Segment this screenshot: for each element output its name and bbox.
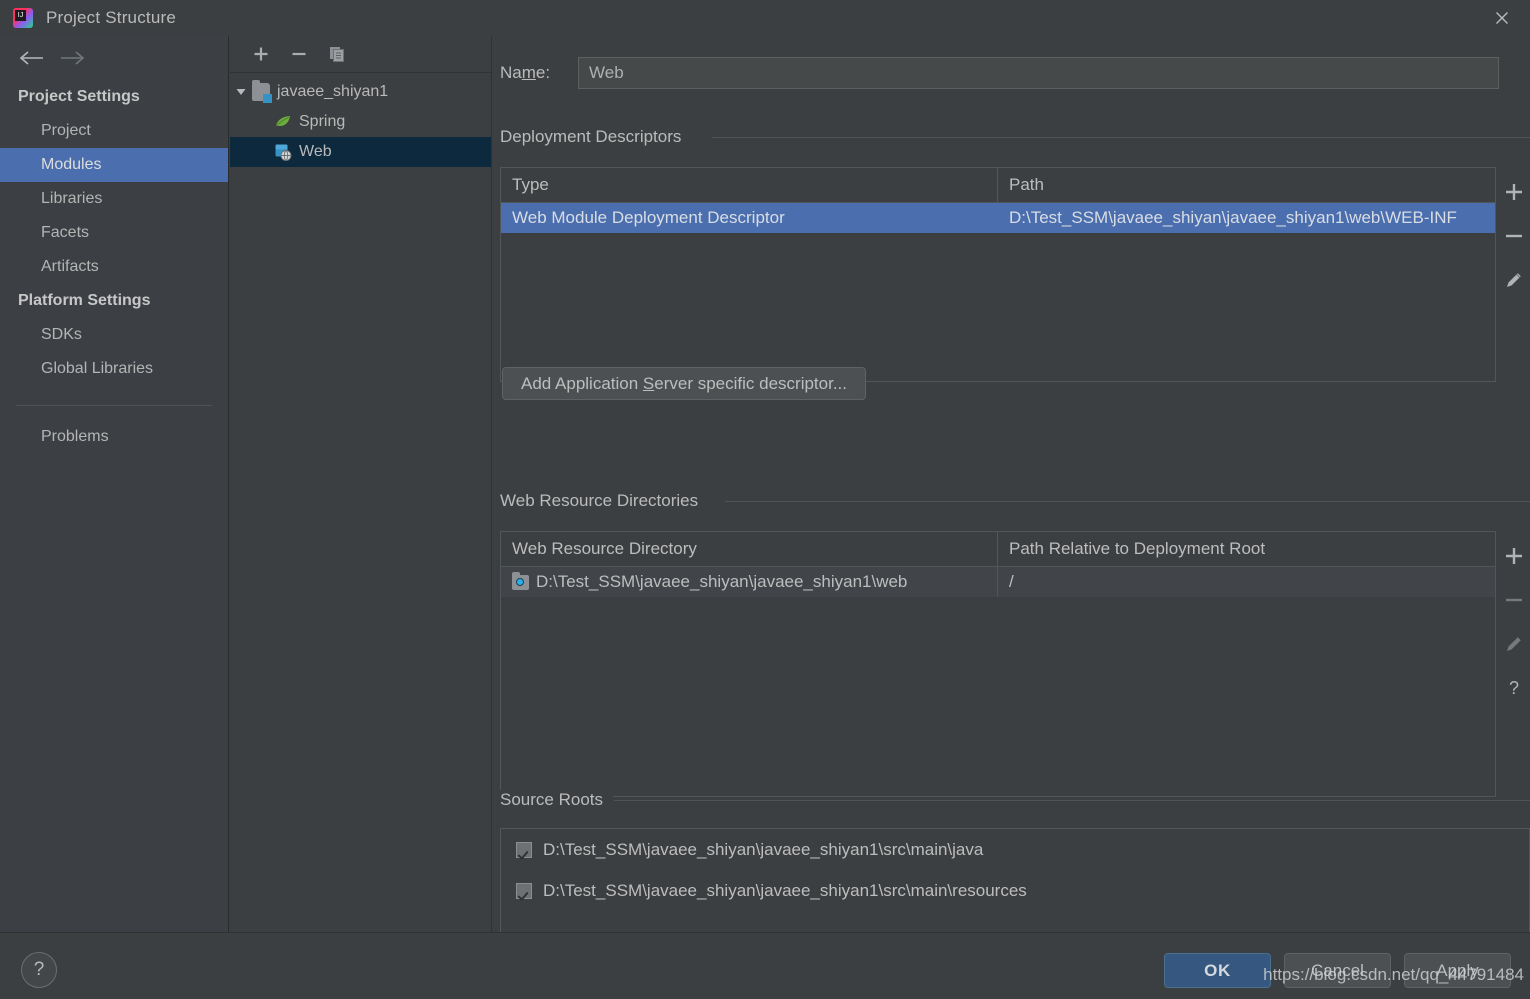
web-globe-icon <box>274 143 292 161</box>
table-header: Web Resource Directory Path Relative to … <box>501 532 1495 567</box>
sidebar-group-project-settings: Project Settings <box>18 88 140 105</box>
module-tree-panel: javaee_shiyan1 Spring Web <box>230 36 492 932</box>
table-row[interactable]: D:\Test_SSM\javaee_shiyan\javaee_shiyan1… <box>501 567 1495 597</box>
sidebar-divider <box>16 405 212 406</box>
name-label-part2: e: <box>535 63 551 82</box>
close-icon[interactable] <box>1474 0 1530 36</box>
list-item[interactable]: D:\Test_SSM\javaee_shiyan\javaee_shiyan1… <box>501 829 1529 870</box>
remove-web-resource-button[interactable] <box>1496 578 1530 622</box>
help-web-resource-button[interactable]: ? <box>1496 666 1530 710</box>
copy-module-button[interactable] <box>318 39 356 69</box>
deployment-descriptors-table[interactable]: Type Path Web Module Deployment Descript… <box>500 167 1496 382</box>
name-row: Name: <box>500 57 1499 89</box>
back-button[interactable] <box>12 44 52 72</box>
module-tree-toolbar <box>230 36 492 73</box>
sidebar-item-modules[interactable]: Modules <box>0 148 228 182</box>
name-label-part1: Na <box>500 63 522 82</box>
module-name-input[interactable] <box>578 57 1499 89</box>
section-rule <box>614 800 1530 801</box>
tree-node-web[interactable]: Web <box>230 137 492 167</box>
edit-web-resource-button[interactable] <box>1496 622 1530 666</box>
sidebar-item-artifacts[interactable]: Artifacts <box>0 250 228 284</box>
tree-node-label: Spring <box>299 113 346 130</box>
source-roots-list: D:\Test_SSM\javaee_shiyan\javaee_shiyan1… <box>500 828 1530 932</box>
name-label-mnemonic: m <box>521 63 536 82</box>
folder-module-icon <box>252 80 272 103</box>
settings-sidebar: Project Settings Project Modules Librari… <box>0 36 229 932</box>
section-rule <box>725 501 1530 502</box>
module-tree: javaee_shiyan1 Spring Web <box>230 73 492 167</box>
web-resource-directories-actions: ? <box>1496 534 1530 710</box>
tree-node-label: Web <box>299 143 332 160</box>
source-root-path: D:\Test_SSM\javaee_shiyan\javaee_shiyan1… <box>543 880 1027 900</box>
dialog-action-buttons: OK Cancel Apply <box>1164 953 1511 988</box>
btn-label-part1: Add Application <box>521 373 643 393</box>
svg-text:?: ? <box>1509 678 1519 698</box>
help-button[interactable]: ? <box>21 952 57 988</box>
cancel-button[interactable]: Cancel <box>1284 953 1391 988</box>
sidebar-item-global-libraries[interactable]: Global Libraries <box>0 352 228 386</box>
web-resource-directories-title: Web Resource Directories <box>500 491 709 511</box>
add-web-resource-button[interactable] <box>1496 534 1530 578</box>
intellij-idea-logo-icon <box>13 8 33 28</box>
source-roots-title: Source Roots <box>500 790 613 810</box>
add-app-server-descriptor-button[interactable]: Add Application Server specific descript… <box>502 367 867 400</box>
tree-node-label: javaee_shiyan1 <box>277 83 389 100</box>
spring-leaf-icon <box>274 113 292 131</box>
remove-descriptor-button[interactable] <box>1496 214 1530 258</box>
tree-node-spring[interactable]: Spring <box>230 107 492 137</box>
web-resource-directories-table[interactable]: Web Resource Directory Path Relative to … <box>500 531 1496 797</box>
window-title: Project Structure <box>46 8 177 27</box>
project-structure-dialog: Project Structure Project Settings <box>0 0 1530 999</box>
column-header-web-resource-directory[interactable]: Web Resource Directory <box>501 532 998 566</box>
cell-web-resource-directory: D:\Test_SSM\javaee_shiyan\javaee_shiyan1… <box>501 567 998 597</box>
module-settings-pane: Name: Deployment Descriptors Type Path W… <box>492 36 1530 932</box>
apply-button[interactable]: Apply <box>1404 953 1511 988</box>
sidebar-item-facets[interactable]: Facets <box>0 216 228 250</box>
cell-type: Web Module Deployment Descriptor <box>512 208 785 227</box>
deployment-descriptors-actions <box>1496 170 1530 302</box>
chevron-down-icon[interactable] <box>230 77 252 107</box>
navigation-arrows <box>0 36 228 80</box>
forward-button[interactable] <box>52 44 92 72</box>
sidebar-item-libraries[interactable]: Libraries <box>0 182 228 216</box>
table-header: Type Path <box>501 168 1495 203</box>
edit-descriptor-button[interactable] <box>1496 258 1530 302</box>
sidebar-item-sdks[interactable]: SDKs <box>0 318 228 352</box>
title-bar: Project Structure <box>0 0 1530 36</box>
source-root-checkbox[interactable] <box>516 841 532 858</box>
column-header-path[interactable]: Path <box>998 168 1495 202</box>
btn-label-mnemonic: S <box>642 373 655 393</box>
source-root-path: D:\Test_SSM\javaee_shiyan\javaee_shiyan1… <box>543 839 984 859</box>
ok-button[interactable]: OK <box>1164 953 1271 988</box>
sidebar-group-platform-settings: Platform Settings <box>18 292 151 309</box>
column-header-type[interactable]: Type <box>501 168 998 202</box>
deployment-descriptors-title: Deployment Descriptors <box>500 127 692 147</box>
remove-module-button[interactable] <box>280 39 318 69</box>
column-header-path-relative[interactable]: Path Relative to Deployment Root <box>998 532 1495 566</box>
add-module-button[interactable] <box>242 39 280 69</box>
source-root-checkbox[interactable] <box>516 882 532 899</box>
cell-text: D:\Test_SSM\javaee_shiyan\javaee_shiyan1… <box>536 572 908 591</box>
sidebar-item-project[interactable]: Project <box>0 114 228 148</box>
tree-node-project-root[interactable]: javaee_shiyan1 <box>230 77 492 107</box>
cell-path: D:\Test_SSM\javaee_shiyan\javaee_shiyan1… <box>1009 208 1457 227</box>
folder-web-resource-icon <box>512 571 529 590</box>
table-row[interactable]: Web Module Deployment Descriptor D:\Test… <box>501 203 1495 233</box>
sidebar-item-problems[interactable]: Problems <box>0 420 228 454</box>
section-rule <box>712 137 1530 138</box>
cell-path-relative: / <box>998 567 1495 597</box>
btn-label-part2: erver specific descriptor... <box>654 373 848 393</box>
add-descriptor-button[interactable] <box>1496 170 1530 214</box>
list-item[interactable]: D:\Test_SSM\javaee_shiyan\javaee_shiyan1… <box>501 870 1529 911</box>
name-label: Name: <box>500 63 578 83</box>
